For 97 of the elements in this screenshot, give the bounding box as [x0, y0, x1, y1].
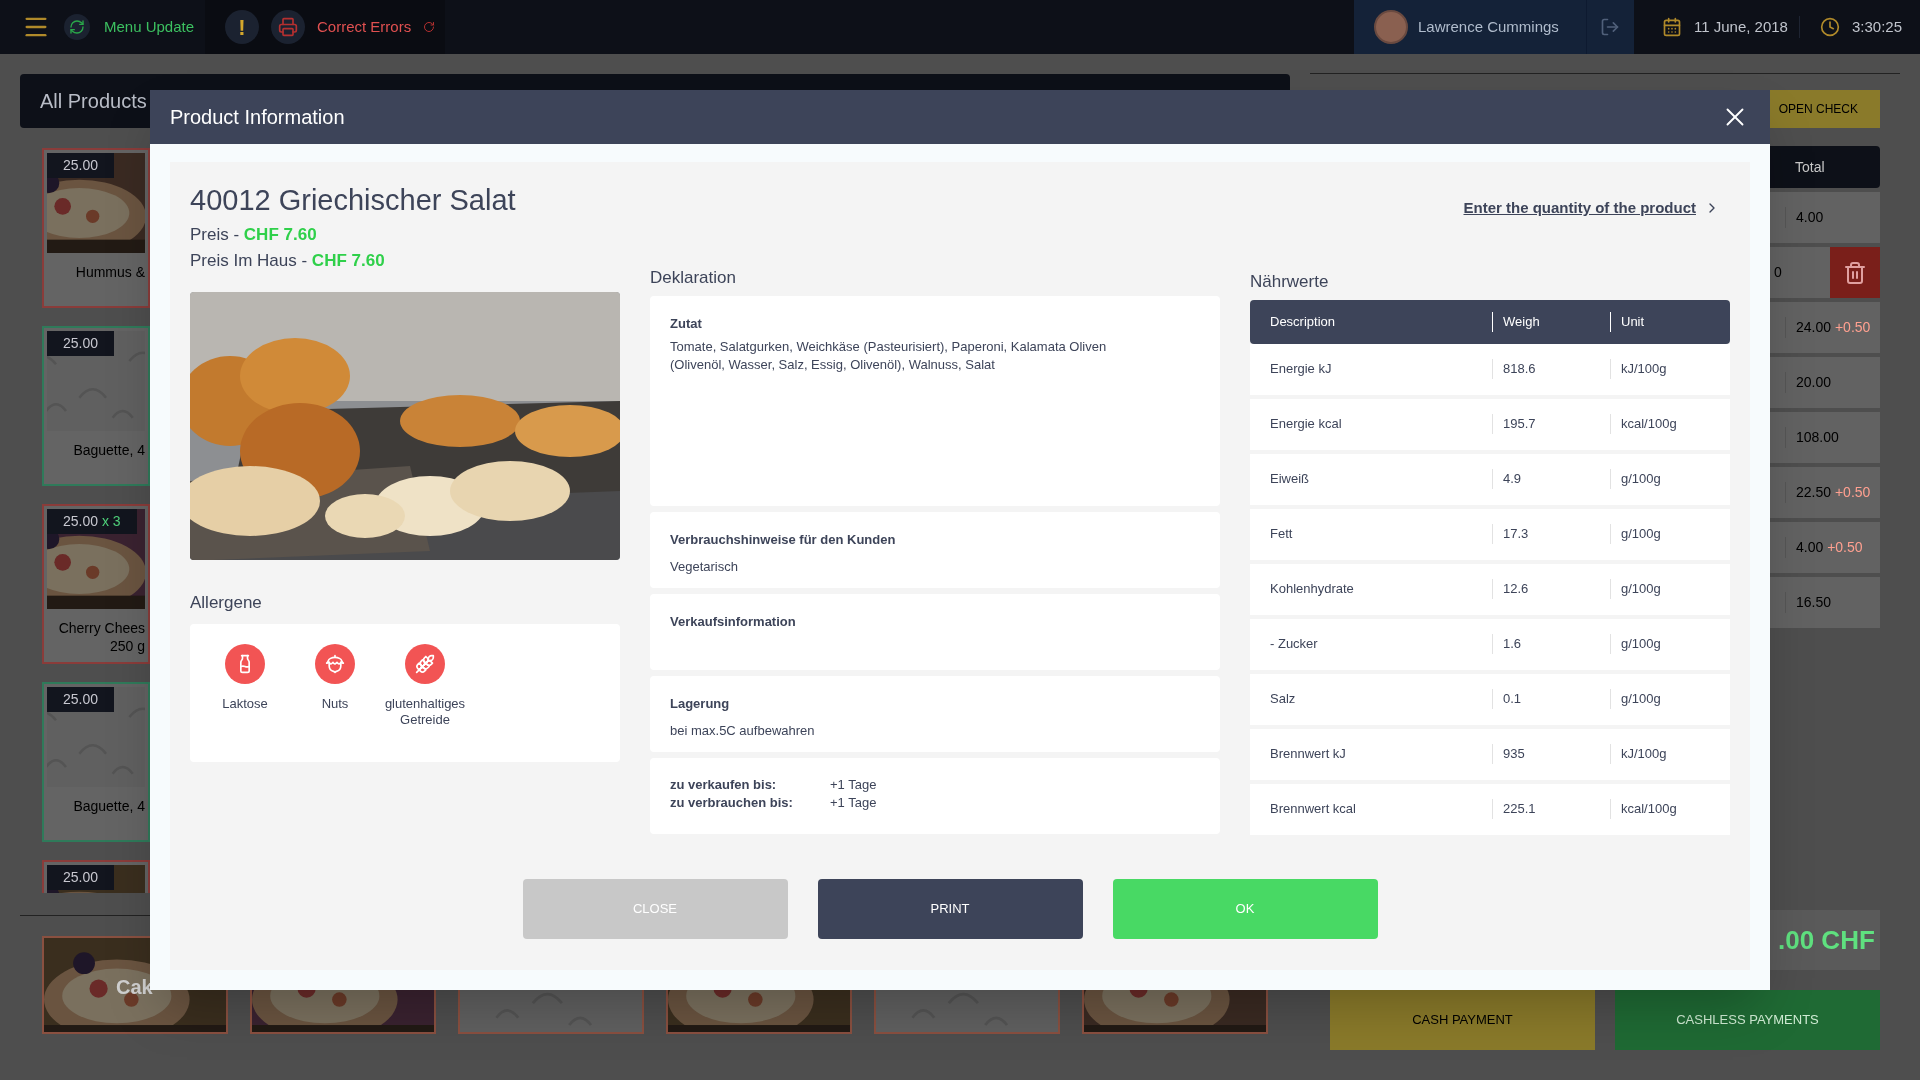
product-name: Hummus &: [74, 263, 145, 281]
products-title: All Products: [40, 89, 147, 114]
cash-payment-button[interactable]: CASH PAYMENT: [1330, 990, 1595, 1050]
table-cell: 935: [1492, 744, 1610, 764]
table-cell: g/100g: [1610, 634, 1730, 654]
table-cell: kcal/100g: [1610, 799, 1730, 819]
date-value: +1 Tage: [830, 776, 877, 794]
table-cell: g/100g: [1610, 579, 1730, 599]
time-label: 3:30:25: [1851, 16, 1902, 37]
price-line: Preis - CHF 7.60: [190, 224, 318, 246]
order-total: 4.00: [1785, 207, 1880, 228]
declaration-heading: Verkaufsinformation: [670, 613, 797, 631]
product-card[interactable]: 25.00 Hummus &: [42, 148, 150, 308]
order-total: 0: [1773, 263, 1783, 282]
date-label: zu verkaufen bis:: [670, 776, 778, 794]
column-header: Weigh: [1492, 311, 1610, 332]
allergen-label: glutenhaltiges Getreide: [383, 695, 467, 728]
table-cell: 4.9: [1492, 469, 1610, 489]
table-cell: kcal/100g: [1610, 414, 1730, 434]
price-tag: 25.00: [47, 331, 115, 356]
printer-icon[interactable]: [271, 10, 305, 44]
dialog-button[interactable]: PRINT: [817, 878, 1083, 939]
avatar[interactable]: [1373, 10, 1408, 44]
table-cell-text: Brennwert kcal: [1269, 800, 1357, 818]
table-cell: kJ/100g: [1610, 359, 1730, 379]
table-cell: g/100g: [1610, 524, 1730, 544]
product-card[interactable]: 25.00 x 3 Cherry Chees 250 g: [42, 504, 150, 664]
wheat-icon: [415, 653, 435, 674]
table-cell-text: Eiweiß: [1269, 470, 1310, 488]
clock-icon: [1819, 17, 1840, 37]
product-card[interactable]: 25.00 Baguette, 4: [42, 326, 150, 486]
order-total: 22.50 +0.50: [1785, 482, 1880, 503]
product-name: Baguette, 4: [72, 441, 145, 459]
dialog-title: Product Information: [170, 105, 345, 130]
total-amount: .00 CHF: [1778, 923, 1875, 957]
column-header: Unit: [1610, 311, 1730, 332]
table-cell: g/100g: [1610, 469, 1730, 489]
table-cell-text: Fett: [1269, 525, 1294, 543]
sync-icon[interactable]: [64, 14, 90, 40]
table-cell-text: Salz: [1269, 690, 1297, 708]
menu-update-label[interactable]: Menu Update: [104, 15, 195, 39]
declaration-heading: Verbrauchshinweise für den Kunden: [670, 531, 897, 549]
table-cell-text: Kohlenhydrate: [1269, 580, 1355, 598]
table-cell: kJ/100g: [1610, 744, 1730, 764]
calendar-icon: [1661, 17, 1682, 37]
order-total: 108.00: [1785, 427, 1880, 448]
user-name: Lawrence Cummings: [1417, 16, 1559, 37]
quantity-link[interactable]: Enter the quantity of the product: [1463, 197, 1720, 220]
alert-badge[interactable]: !: [225, 10, 259, 44]
table-cell: 17.3: [1492, 524, 1610, 544]
table-cell-text: - Zucker: [1269, 635, 1319, 653]
date-label: 11 June, 2018: [1693, 16, 1788, 37]
refresh-icon[interactable]: [423, 21, 436, 33]
order-total: 24.00 +0.50: [1785, 317, 1880, 338]
declaration-text: Vegetarisch: [670, 557, 739, 576]
table-cell: 225.1: [1492, 799, 1610, 819]
price-line: Preis Im Haus - CHF 7.60: [190, 250, 386, 272]
price-tag: 25.00: [47, 865, 115, 890]
date-value: +1 Tage: [830, 794, 877, 812]
product-card[interactable]: 25.00: [42, 860, 150, 893]
declaration-title: Deklaration: [650, 268, 737, 288]
table-cell: 0.1: [1492, 689, 1610, 709]
table-cell-text: Brennwert kJ: [1269, 745, 1347, 763]
date-label: zu verbrauchen bis:: [670, 794, 794, 812]
correct-errors-label[interactable]: Correct Errors: [317, 15, 412, 39]
table-cell-text: Energie kcal: [1269, 415, 1343, 433]
declaration-heading: Lagerung: [670, 695, 731, 713]
table-cell: 12.6: [1492, 579, 1610, 599]
allergen-label: Laktose: [221, 695, 269, 712]
table-cell: g/100g: [1610, 689, 1730, 709]
cashless-payment-button[interactable]: CASHLESS PAYMENTS: [1615, 990, 1880, 1050]
category-label: Cak: [116, 975, 153, 1000]
table-cell-text: Energie kJ: [1269, 360, 1333, 378]
declaration-heading: Zutat: [670, 315, 703, 333]
product-card[interactable]: 25.00 Baguette, 4: [42, 682, 150, 842]
delete-button[interactable]: [1830, 247, 1880, 298]
logout-icon[interactable]: [1600, 17, 1621, 37]
price-tag: 25.00 x 3: [47, 509, 137, 534]
column-header: Total: [1794, 157, 1826, 177]
declaration-text: Tomate, Salatgurken, Weichkäse (Pasteurisiert), Paperoni, Kalamata Oliven (Olivenöl, Wasser, Salz, Essig, Olivenöl), Walnuss, Salat: [670, 337, 1108, 374]
order-total: 20.00: [1785, 372, 1880, 393]
table-cell: 818.6: [1492, 359, 1610, 379]
price-tag: 25.00: [47, 687, 115, 712]
price-tag: 25.00: [47, 153, 115, 178]
order-total: 4.00 +0.50: [1785, 537, 1880, 558]
trash-icon: [1843, 260, 1867, 285]
product-name: Baguette, 4: [72, 797, 145, 815]
allergens-title: Allergene: [190, 592, 263, 614]
product-name: Cherry Chees 250 g: [57, 619, 145, 655]
table-cell: 1.6: [1492, 634, 1610, 654]
declaration-text: bei max.5C aufbewahren: [670, 721, 816, 740]
nut-icon: [325, 653, 345, 674]
table-cell: 195.7: [1492, 414, 1610, 434]
product-title: 40012 Griechischer Salat: [190, 183, 517, 218]
nutrition-title: Nährwerte: [1250, 271, 1330, 292]
column-header: Description: [1269, 312, 1337, 331]
order-total: 16.50: [1785, 592, 1880, 613]
